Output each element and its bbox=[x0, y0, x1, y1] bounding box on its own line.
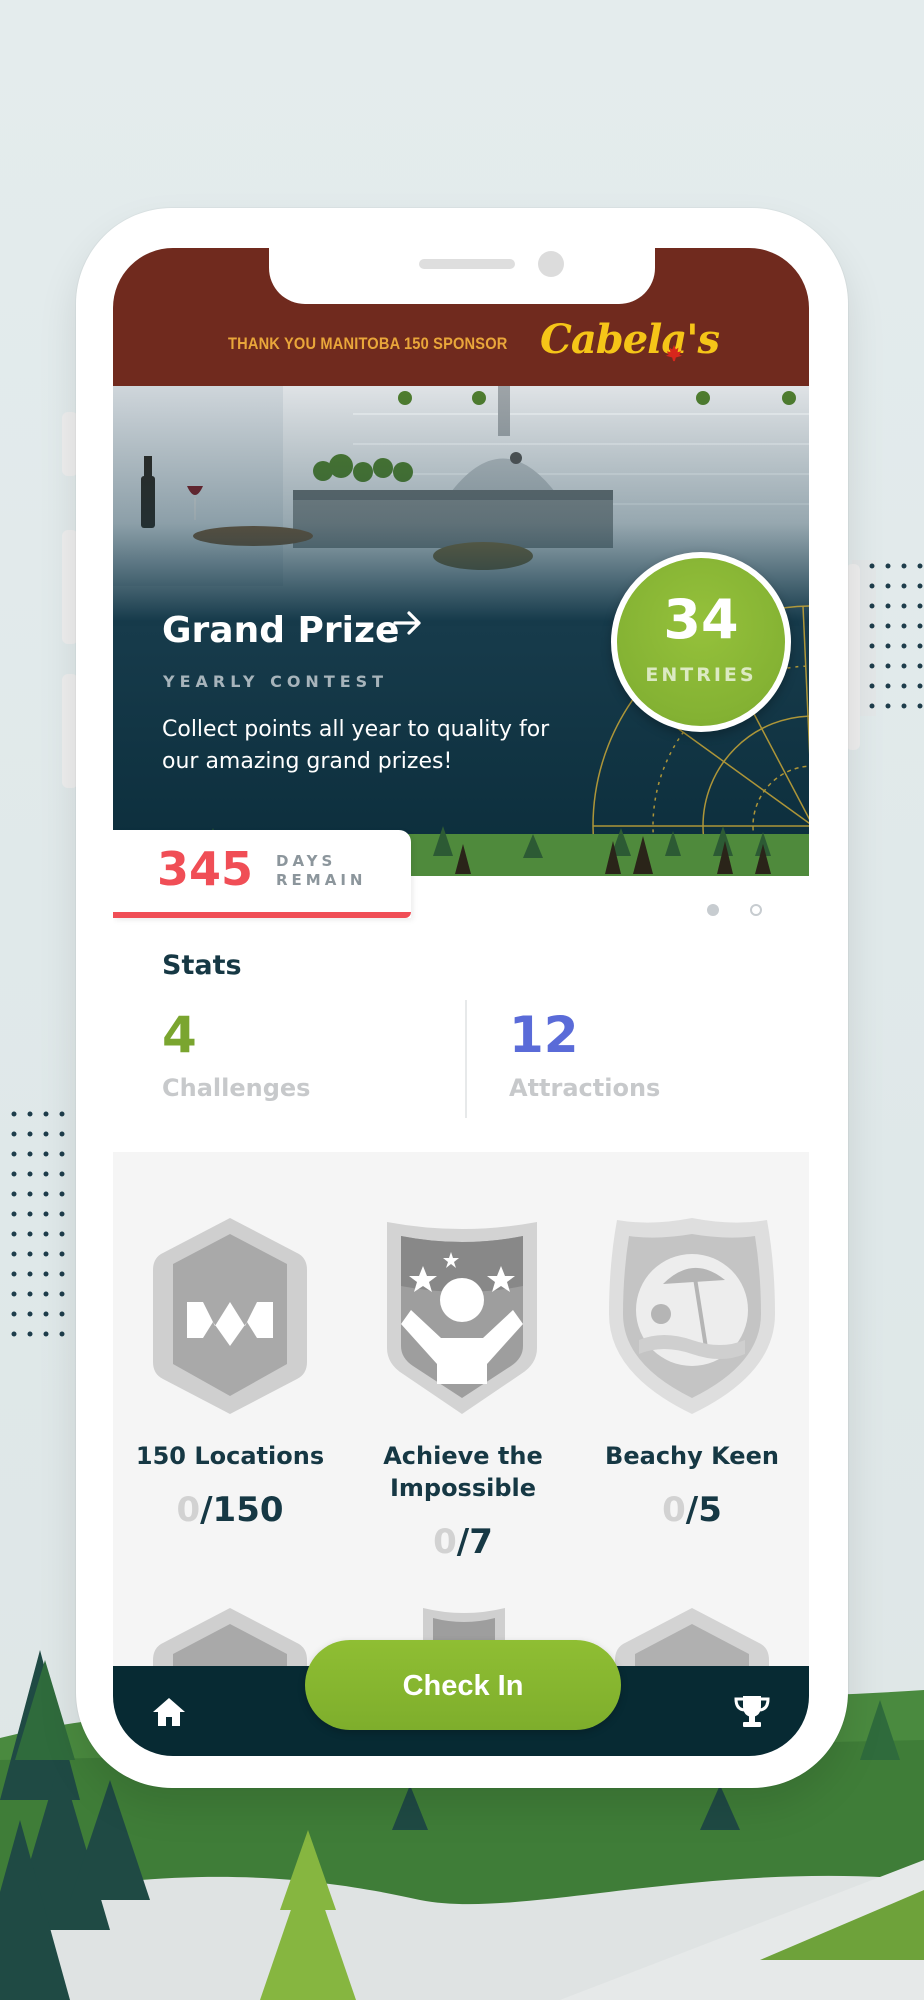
entries-count: 34 bbox=[663, 588, 739, 651]
badge-name-150-locations: 150 Locations bbox=[135, 1442, 325, 1470]
phone-notch bbox=[269, 248, 655, 304]
badge-progress-current: 0 bbox=[662, 1490, 686, 1530]
stats-divider bbox=[465, 1000, 467, 1118]
days-label-line2: REMAIN bbox=[276, 871, 367, 889]
challenges-label: Challenges bbox=[162, 1074, 311, 1102]
days-remaining-underline bbox=[113, 912, 411, 918]
badge-progress-current: 0 bbox=[176, 1490, 201, 1530]
badge-partial-3 bbox=[615, 1608, 769, 1674]
badge-progress-total: /150 bbox=[200, 1490, 284, 1530]
badge-progress-current: 0 bbox=[433, 1522, 457, 1562]
days-remaining-card: 345 DAYS REMAIN bbox=[113, 830, 411, 918]
sponsor-logo: Cabela's bbox=[540, 316, 720, 363]
maple-leaf-icon bbox=[665, 344, 683, 366]
badge-name-beachy-keen: Beachy Keen bbox=[605, 1442, 779, 1470]
pager-dot-2[interactable] bbox=[750, 904, 762, 916]
badge-progress-total: /5 bbox=[685, 1490, 722, 1530]
badge-beachy-keen[interactable] bbox=[603, 1214, 781, 1422]
home-icon[interactable] bbox=[151, 1696, 187, 1732]
attractions-label: Attractions bbox=[509, 1074, 661, 1102]
days-remaining-value: 345 bbox=[157, 842, 254, 896]
badge-name-line1: Achieve the bbox=[383, 1442, 543, 1470]
app-screen: THANK YOU MANITOBA 150 SPONSOR Cabela's bbox=[113, 248, 809, 1756]
speaker-grille bbox=[419, 259, 515, 269]
badge-progress-achieve-impossible: 0/7 bbox=[363, 1522, 563, 1562]
entries-label: ENTRIES bbox=[645, 664, 757, 686]
check-in-button[interactable]: Check In bbox=[305, 1640, 621, 1730]
badge-beach-icon bbox=[609, 1218, 775, 1414]
badge-name-line2: Impossible bbox=[389, 1474, 537, 1502]
entries-badge: 34 ENTRIES bbox=[611, 552, 791, 732]
sponsor-text: THANK YOU MANITOBA 150 SPONSOR bbox=[228, 334, 508, 353]
badge-achieve-impossible[interactable] bbox=[381, 1214, 543, 1422]
front-camera bbox=[538, 251, 564, 277]
days-remaining-label: DAYS REMAIN bbox=[276, 852, 366, 890]
badge-progress-150-locations: 0/150 bbox=[133, 1490, 327, 1530]
dot-pattern-left bbox=[11, 1111, 65, 1337]
contest-description: Collect points all year to quality for o… bbox=[162, 717, 550, 774]
badge-progress-beachy-keen: 0/5 bbox=[589, 1490, 795, 1530]
trophy-icon[interactable] bbox=[733, 1694, 771, 1734]
stats-title: Stats bbox=[162, 950, 242, 981]
arrow-right-icon[interactable] bbox=[389, 604, 427, 651]
badge-achieve-icon bbox=[387, 1222, 537, 1414]
badge-locations-icon bbox=[153, 1218, 307, 1414]
badge-progress-total: /7 bbox=[456, 1522, 493, 1562]
pager-dot-1[interactable] bbox=[707, 904, 719, 916]
contest-subtitle: YEARLY CONTEST bbox=[163, 672, 389, 691]
grand-prize-title[interactable]: Grand Prize bbox=[162, 610, 399, 651]
dot-pattern-right bbox=[852, 560, 923, 716]
days-label-line1: DAYS bbox=[276, 852, 337, 870]
challenges-count: 4 bbox=[162, 1006, 197, 1064]
badge-name-achieve-impossible: Achieve the Impossible bbox=[363, 1440, 563, 1504]
badge-partial-1 bbox=[153, 1608, 307, 1674]
attractions-count: 12 bbox=[509, 1006, 579, 1064]
phone-power-button bbox=[846, 564, 860, 750]
badge-150-locations[interactable] bbox=[147, 1214, 313, 1422]
